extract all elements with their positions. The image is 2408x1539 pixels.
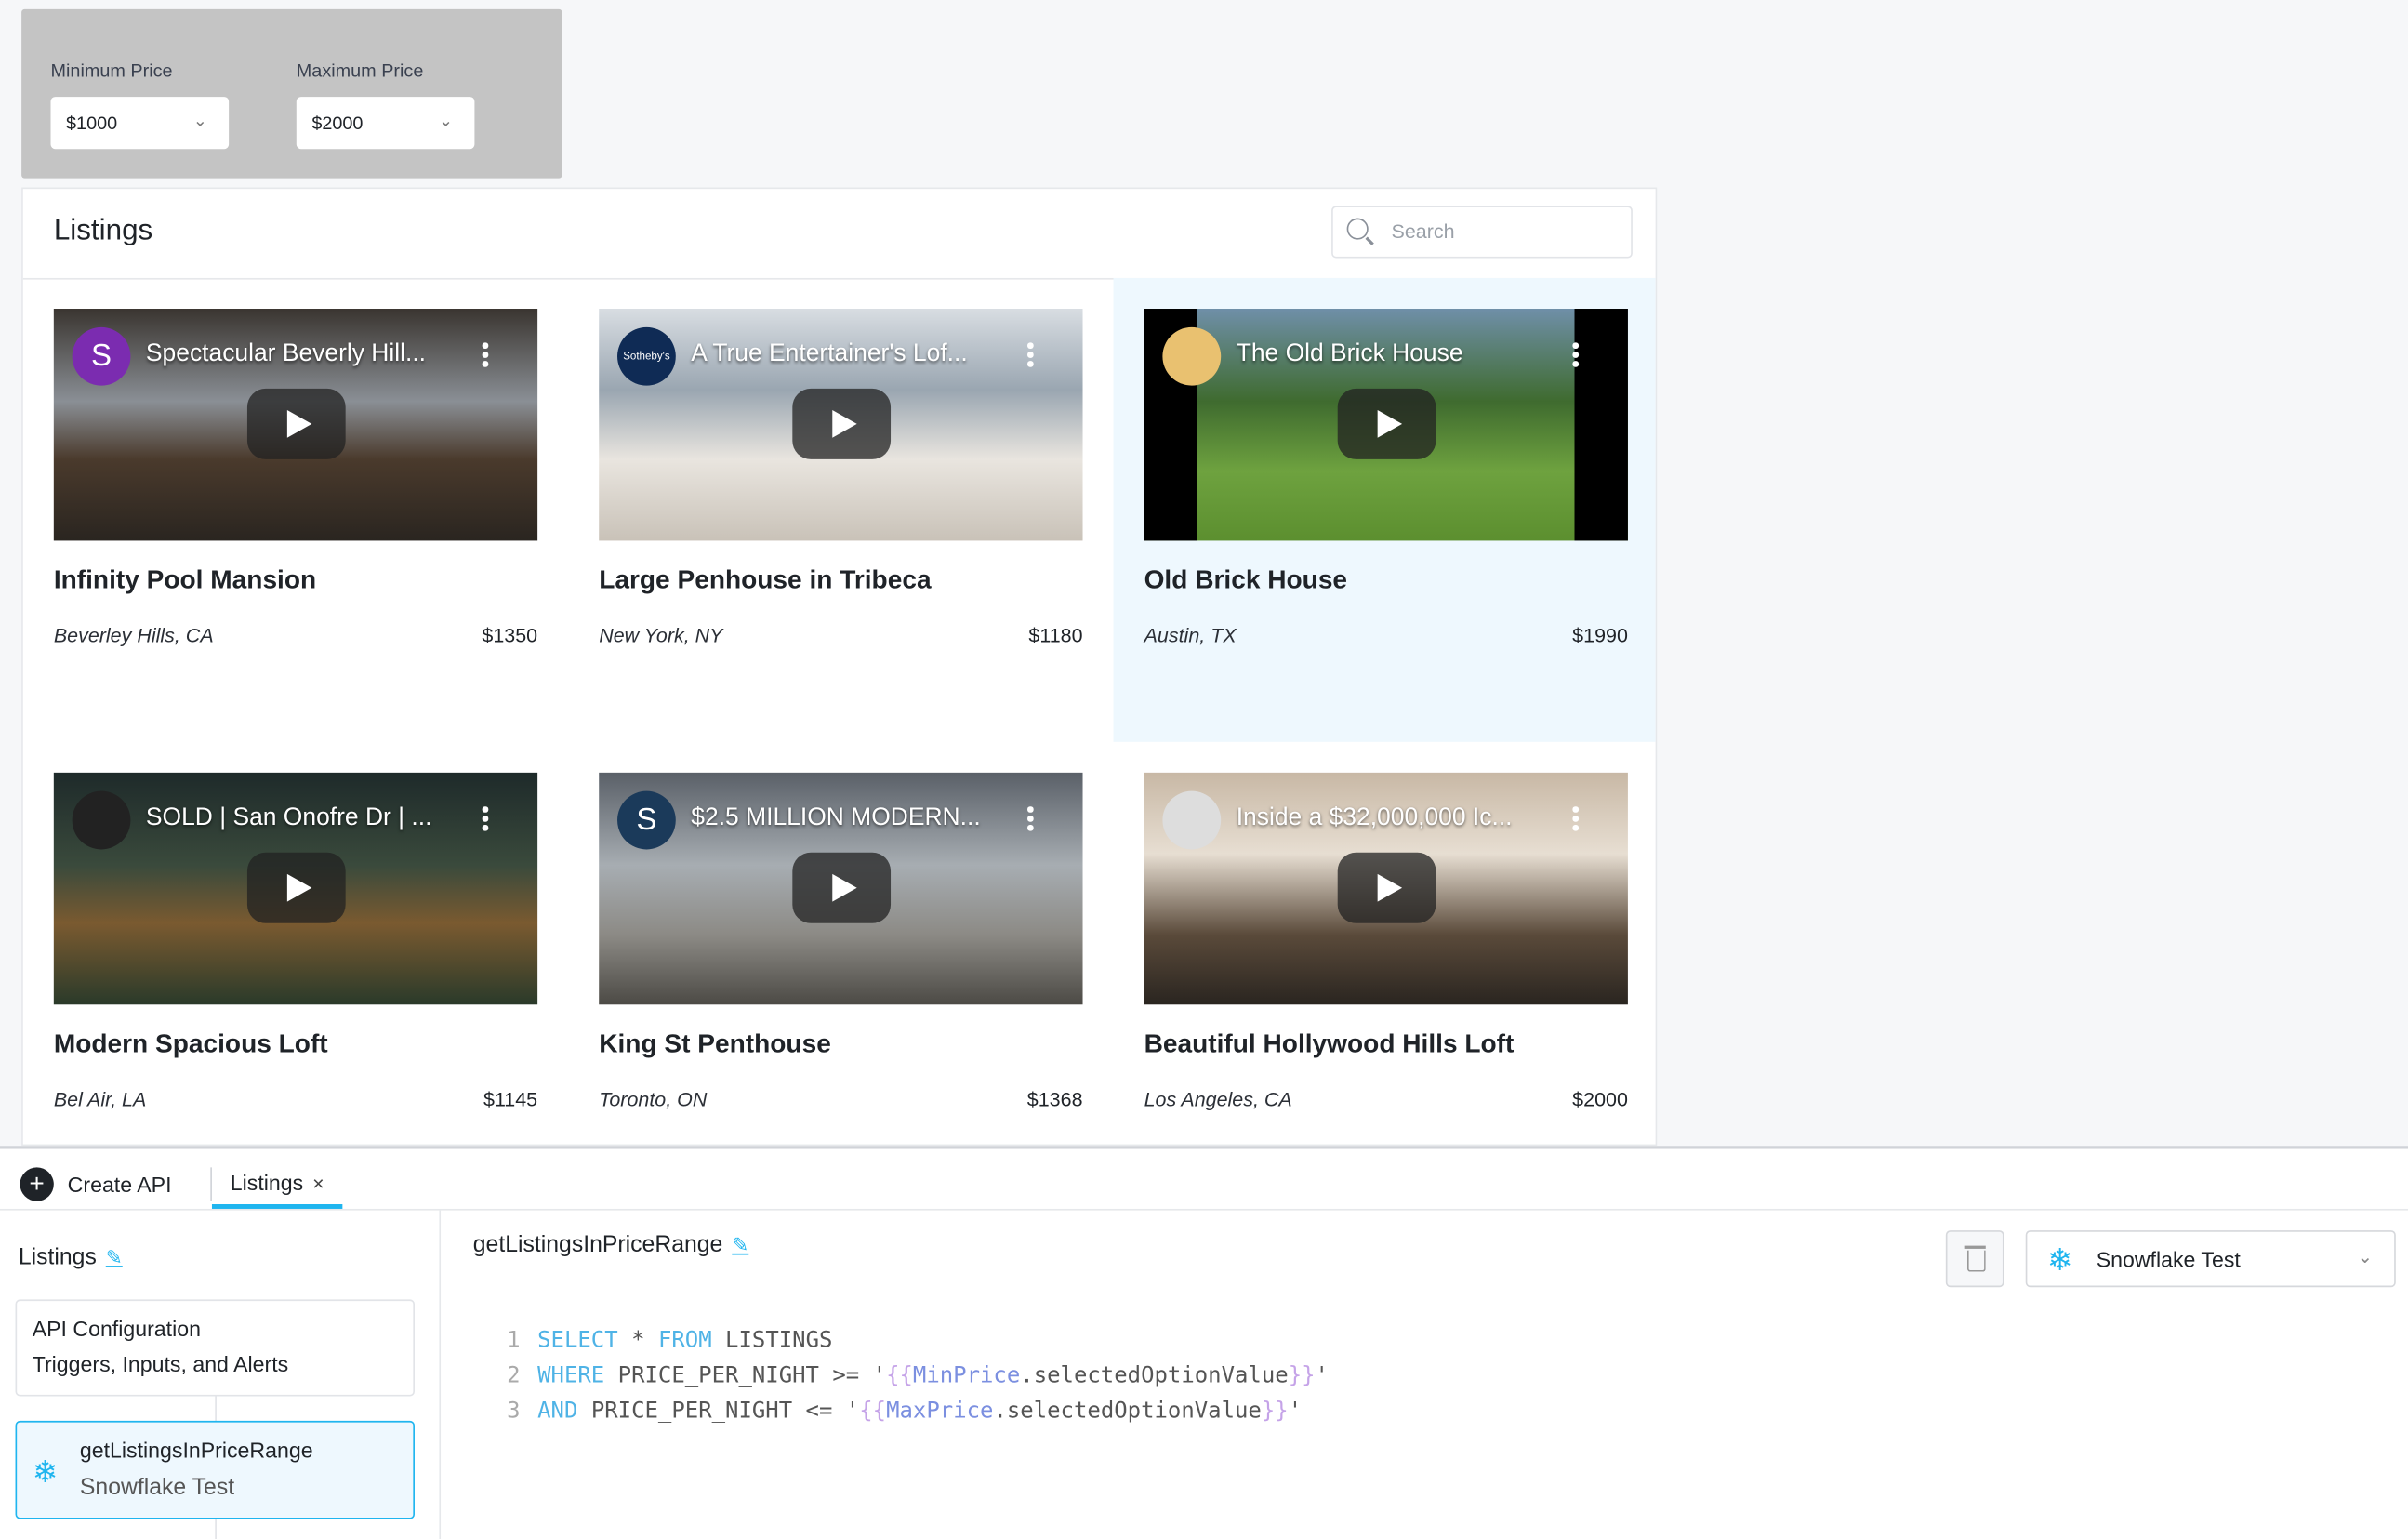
code-line: 3 AND PRICE_PER_NIGHT <= '{{MaxPrice.sele… [507,1399,1303,1425]
snowflake-icon: ❄ [32,1455,59,1491]
chevron-down-icon: ⌄ [2357,1245,2374,1267]
chevron-down-icon: ⌄ [439,112,454,131]
listing-title: King St Penthouse [599,1028,831,1059]
listing-location: Bel Air, LA [53,1087,147,1111]
play-icon[interactable] [792,388,892,459]
video-thumbnail[interactable]: The Old Brick House [1144,309,1628,541]
video-title: Spectacular Beverly Hill... [145,340,427,367]
max-price-label: Maximum Price [296,60,424,82]
video-title: $2.5 MILLION MODERN... [691,804,981,831]
chevron-down-icon: ⌄ [192,112,207,131]
listing-title: Infinity Pool Mansion [53,564,317,595]
listing-location: New York, NY [599,623,723,647]
listing-price: $2000 [1572,1087,1628,1111]
listing-title: Modern Spacious Loft [53,1028,328,1059]
video-title: SOLD | San Onofre Dr | ... [145,804,432,831]
channel-avatar: Sotheby's [617,326,676,386]
max-price-select[interactable]: $2000 ⌄ [296,97,475,150]
query-name: getListingsInPriceRange [472,1231,723,1258]
listing-location: Austin, TX [1144,623,1237,647]
video-title: Inside a $32,000,000 Ic... [1236,804,1513,831]
api-configuration-item[interactable]: API Configuration Triggers, Inputs, and … [15,1299,415,1397]
max-price-value: $2000 [311,112,364,134]
delete-icon[interactable] [1945,1230,2004,1288]
listing-title: Old Brick House [1144,564,1348,595]
create-api-button[interactable]: + Create API [20,1167,172,1201]
api-sidebar: Listings ✎ API Configuration Triggers, In… [0,1210,442,1539]
create-api-label: Create API [67,1172,172,1197]
listing-location: Beverley Hills, CA [53,623,214,647]
code-line: 1 SELECT * FROM LISTINGS [507,1328,833,1354]
search-box[interactable] [1331,206,1633,259]
more-options-icon[interactable] [1572,342,1579,370]
listings-panel: Listings S Spectacular Beverly Hill... I… [21,187,1658,1147]
tab-label: Listings [230,1170,304,1196]
search-icon [1346,218,1369,240]
min-price-value: $1000 [66,112,118,134]
play-icon[interactable] [246,852,346,923]
query-editor-pane: + Create API Listings × Listings ✎ API Conf… [0,1146,2408,1539]
play-icon[interactable] [246,388,346,459]
plus-icon: + [20,1167,54,1201]
video-title: A True Entertainer's Lof... [691,340,968,367]
pencil-icon[interactable]: ✎ [106,1246,123,1269]
datasource-select[interactable]: ❄ Snowflake Test ⌄ [2025,1230,2396,1288]
sidebar-title: Listings [18,1243,97,1271]
listing-card[interactable]: The Old Brick House Old Brick House Aust… [1113,277,1656,742]
video-thumbnail[interactable]: SOLD | San Onofre Dr | ... [53,772,538,1005]
more-options-icon[interactable] [1027,806,1034,834]
channel-avatar: S [72,326,131,386]
listing-price: $1145 [483,1087,538,1111]
tab-listings[interactable]: Listings × [211,1149,343,1209]
play-icon[interactable] [1337,388,1436,459]
channel-avatar [1162,326,1222,386]
listing-card[interactable]: Inside a $32,000,000 Ic... Beautiful Hol… [1114,742,1656,1145]
pencil-icon[interactable]: ✎ [732,1233,748,1256]
datasource-label: Snowflake Test [2096,1247,2241,1272]
min-price-select[interactable]: $1000 ⌄ [50,97,230,150]
video-title: The Old Brick House [1236,340,1463,367]
more-options-icon[interactable] [1027,342,1034,370]
channel-avatar [1162,790,1222,850]
more-options-icon[interactable] [1572,806,1579,834]
listing-card[interactable]: S Spectacular Beverly Hill... Infinity P… [23,278,568,742]
listing-price: $1180 [1028,623,1083,647]
config-subtitle: Triggers, Inputs, and Alerts [32,1351,289,1377]
video-thumbnail[interactable]: Inside a $32,000,000 Ic... [1144,772,1628,1005]
listings-title: Listings [53,215,153,247]
video-thumbnail[interactable]: S Spectacular Beverly Hill... [53,309,538,541]
more-options-icon[interactable] [482,806,489,834]
query-item-source: Snowflake Test [79,1474,235,1501]
listing-price: $1350 [482,623,538,647]
sql-editor[interactable]: 1 SELECT * FROM LISTINGS 2 WHERE PRICE_PER… [507,1324,1329,1430]
search-input[interactable] [1388,218,1625,245]
config-title: API Configuration [32,1316,201,1342]
listing-title: Beautiful Hollywood Hills Loft [1144,1028,1515,1059]
price-filters: Minimum Price $1000 ⌄ Maximum Price $2000… [21,8,562,179]
close-icon[interactable]: × [312,1172,324,1195]
play-icon[interactable] [1337,852,1436,923]
query-item[interactable]: ❄ getListingsInPriceRange Snowflake Test [15,1420,415,1519]
listing-card[interactable]: Sotheby's A True Entertainer's Lof... La… [568,278,1113,742]
min-price-label: Minimum Price [50,60,173,82]
listing-location: Toronto, ON [599,1087,708,1111]
listing-price: $1990 [1572,623,1628,647]
more-options-icon[interactable] [482,342,489,370]
listing-card[interactable]: SOLD | San Onofre Dr | ... Modern Spacio… [23,742,568,1145]
video-thumbnail[interactable]: S $2.5 MILLION MODERN... [599,772,1083,1005]
video-thumbnail[interactable]: Sotheby's A True Entertainer's Lof... [599,309,1083,541]
channel-avatar: S [617,790,676,850]
listing-card[interactable]: S $2.5 MILLION MODERN... King St Penthou… [568,742,1113,1145]
listing-location: Los Angeles, CA [1144,1087,1292,1111]
snowflake-icon: ❄ [2046,1243,2073,1279]
listing-price: $1368 [1026,1087,1083,1111]
play-icon[interactable] [792,852,892,923]
query-item-name: getListingsInPriceRange [79,1438,313,1463]
code-line: 2 WHERE PRICE_PER_NIGHT >= '{{MinPrice.se… [507,1363,1329,1389]
channel-avatar [72,790,131,850]
listing-title: Large Penhouse in Tribeca [599,564,932,595]
